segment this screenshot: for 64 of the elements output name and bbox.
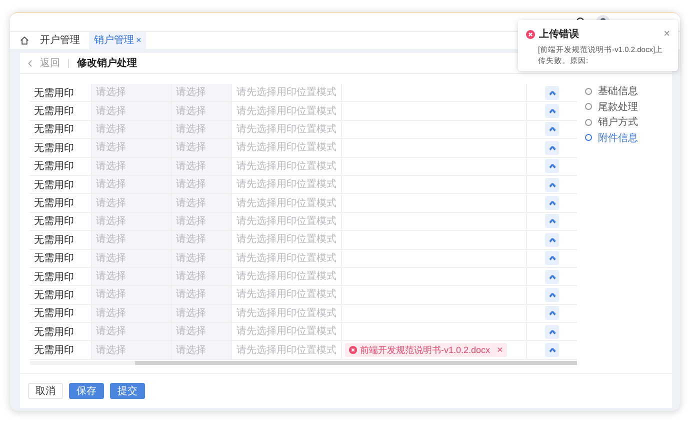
select-field[interactable]: 请选择 [172, 120, 231, 138]
select-field[interactable]: 请选择 [172, 212, 231, 230]
upload-button[interactable] [545, 288, 559, 302]
select-field[interactable]: 请选择 [92, 286, 171, 304]
select-field[interactable]: 请选择 [172, 194, 231, 212]
select-field[interactable]: 请选择 [172, 286, 231, 304]
anchor-link[interactable]: 销户方式 [585, 117, 638, 128]
select-field[interactable]: 请选择 [92, 84, 171, 102]
upload-button[interactable] [545, 104, 559, 118]
anchor-link[interactable]: 基础信息 [585, 86, 638, 96]
anchor-link[interactable]: 附件信息 [585, 132, 638, 143]
error-icon [349, 346, 357, 354]
select-field[interactable]: 请选择 [172, 341, 231, 359]
file-name[interactable]: 前端开发规范说明书-v1.0.2.docx [360, 344, 490, 357]
select-field[interactable]: 请选择 [172, 84, 231, 102]
upload-button[interactable] [545, 343, 559, 358]
upload-button[interactable] [545, 159, 559, 174]
close-button[interactable]: × [664, 28, 670, 40]
select-field[interactable]: 请选择 [92, 158, 171, 175]
notification-title: 上传错误 [539, 28, 579, 41]
upload-button[interactable] [545, 324, 559, 339]
select-field[interactable]: 请选择 [92, 268, 171, 286]
tab[interactable]: 销户管理 × [89, 32, 146, 49]
select-field[interactable]: 请选择 [172, 139, 231, 157]
scrollbar-thumb[interactable] [135, 360, 577, 365]
select-field[interactable]: 请选择 [172, 323, 231, 340]
select-field[interactable]: 请选择 [92, 139, 171, 157]
upload-button[interactable] [545, 86, 559, 100]
upload-button[interactable] [545, 122, 559, 136]
select-field[interactable]: 请选择 [92, 102, 171, 120]
tab[interactable]: 开户管理 [35, 32, 85, 49]
select-field[interactable]: 请选择 [172, 250, 231, 267]
submit-button[interactable]: 提交 [110, 383, 145, 399]
upload-button[interactable] [545, 214, 559, 228]
save-button[interactable]: 保存 [69, 383, 104, 399]
page-title: 修改销户处理 [77, 56, 137, 70]
select-field[interactable]: 请选择 [172, 176, 231, 194]
upload-button[interactable] [545, 306, 559, 320]
select-field[interactable]: 请选择 [92, 231, 171, 249]
cancel-button[interactable]: 取消 [28, 383, 63, 399]
upload-button[interactable] [545, 140, 559, 155]
upload-button[interactable] [545, 196, 559, 210]
home-icon[interactable] [20, 36, 29, 45]
back-link[interactable]: 返回 [40, 56, 60, 70]
anchor-link[interactable]: 尾款处理 [585, 102, 638, 112]
select-field[interactable]: 请选择 [92, 323, 171, 340]
select-field[interactable]: 请选择 [172, 304, 231, 322]
select-field[interactable]: 请选择 [92, 212, 171, 230]
select-field[interactable]: 请选择 [92, 250, 171, 267]
upload-button[interactable] [545, 270, 559, 284]
select-field[interactable]: 请选择 [92, 341, 171, 359]
chevron-left-icon[interactable] [28, 60, 32, 66]
select-field[interactable]: 请选择 [92, 120, 171, 138]
select-field[interactable]: 请选择 [92, 176, 171, 194]
upload-button[interactable] [545, 232, 559, 247]
select-field[interactable]: 请选择 [172, 102, 231, 120]
select-field[interactable]: 请选择 [92, 194, 171, 212]
remove-button[interactable]: × [497, 344, 503, 356]
select-field[interactable]: 请选择 [92, 304, 171, 322]
upload-button[interactable] [545, 178, 559, 192]
select-field[interactable]: 请选择 [172, 268, 231, 286]
select-field[interactable]: 请选择 [172, 231, 231, 249]
upload-button[interactable] [545, 251, 559, 266]
select-field[interactable]: 请选择 [172, 158, 231, 175]
